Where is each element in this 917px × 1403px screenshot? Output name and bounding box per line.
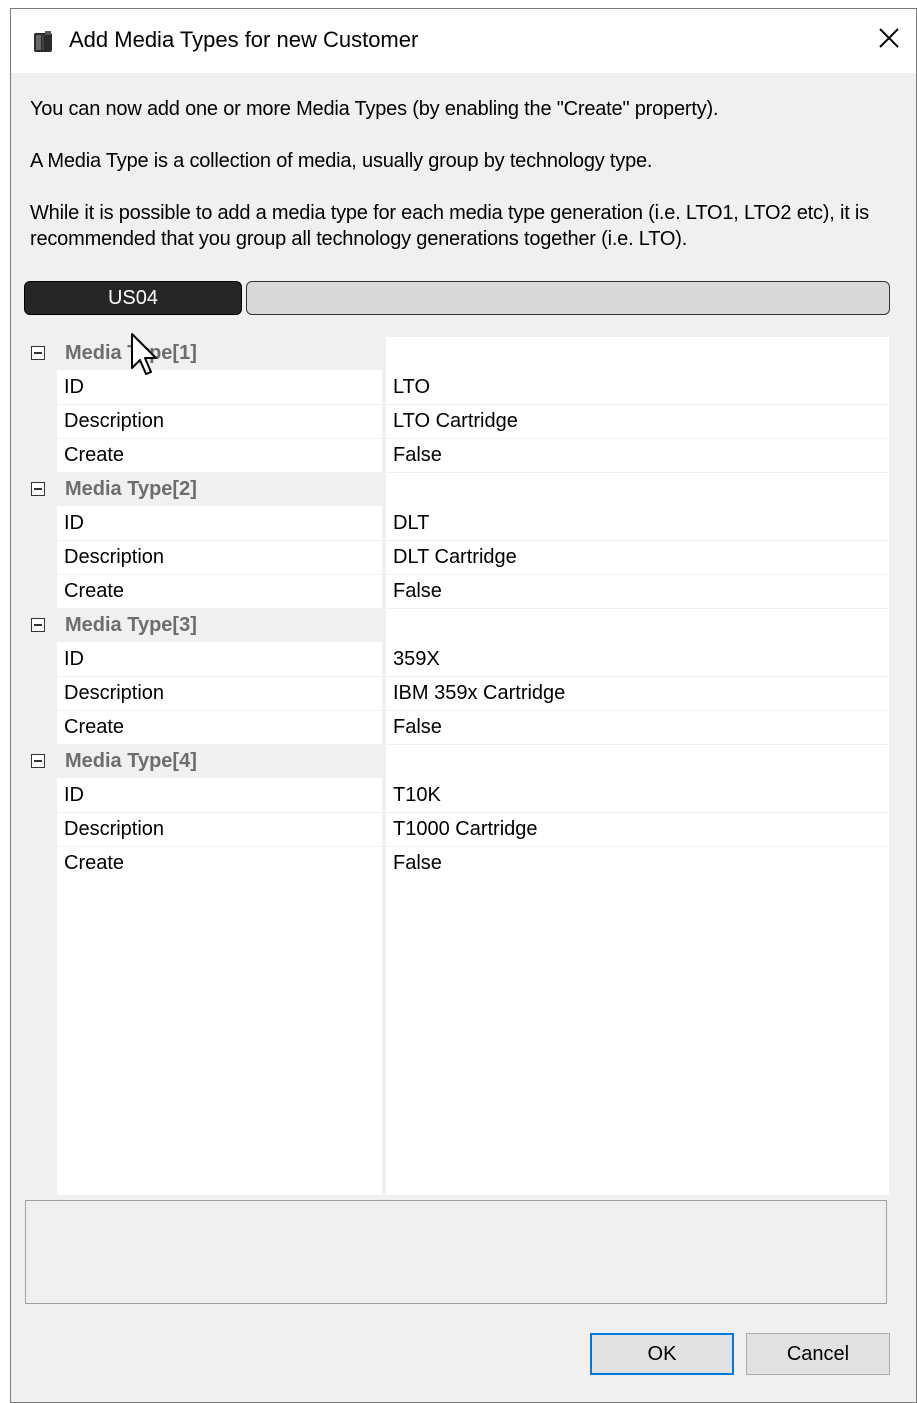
- category-row[interactable]: Media Type[1]: [23, 337, 889, 371]
- title-bar[interactable]: Add Media Types for new Customer: [11, 9, 916, 73]
- property-value[interactable]: T10K: [386, 779, 889, 812]
- property-row[interactable]: Description IBM 359x Cartridge: [23, 677, 889, 711]
- property-value[interactable]: LTO Cartridge: [386, 405, 889, 438]
- property-row[interactable]: Create False: [23, 439, 889, 473]
- customer-tabs: US04: [24, 281, 890, 317]
- ok-button[interactable]: OK: [590, 1333, 734, 1375]
- property-value[interactable]: T1000 Cartridge: [386, 813, 889, 846]
- property-row[interactable]: ID DLT: [23, 507, 889, 541]
- close-icon: [878, 27, 900, 54]
- collapse-icon[interactable]: [31, 618, 45, 632]
- category-value: [386, 337, 889, 370]
- instructions: You can now add one or more Media Types …: [30, 96, 890, 252]
- collapse-icon[interactable]: [31, 754, 45, 768]
- category-value: [386, 473, 889, 506]
- property-value[interactable]: 359X: [386, 643, 889, 676]
- property-grid[interactable]: Media Type[1] ID LTO Description LTO Car…: [23, 337, 889, 1195]
- property-value[interactable]: DLT Cartridge: [386, 541, 889, 574]
- property-row[interactable]: Create False: [23, 847, 889, 881]
- property-name: Create: [57, 711, 382, 744]
- tab-empty[interactable]: [246, 281, 890, 315]
- instruction-line-3: While it is possible to add a media type…: [30, 202, 869, 250]
- property-row[interactable]: ID 359X: [23, 643, 889, 677]
- category-label: Media Type[1]: [23, 337, 382, 370]
- collapse-icon[interactable]: [31, 346, 45, 360]
- description-panel: [25, 1200, 887, 1304]
- property-name: Create: [57, 575, 382, 608]
- property-name: Description: [57, 405, 382, 438]
- property-name: Create: [57, 439, 382, 472]
- property-value[interactable]: False: [386, 439, 889, 472]
- window-title: Add Media Types for new Customer: [69, 27, 419, 52]
- property-value[interactable]: DLT: [386, 507, 889, 540]
- property-row[interactable]: Create False: [23, 575, 889, 609]
- category-row[interactable]: Media Type[3]: [23, 609, 889, 643]
- property-name: Description: [57, 813, 382, 846]
- category-row[interactable]: Media Type[4]: [23, 745, 889, 779]
- property-name: Description: [57, 677, 382, 710]
- property-name: ID: [57, 779, 382, 812]
- property-row[interactable]: Description DLT Cartridge: [23, 541, 889, 575]
- category-value: [386, 745, 889, 778]
- category-row[interactable]: Media Type[2]: [23, 473, 889, 507]
- property-row[interactable]: Create False: [23, 711, 889, 745]
- property-name: Description: [57, 541, 382, 574]
- property-row[interactable]: Description LTO Cartridge: [23, 405, 889, 439]
- tape-icon: [33, 31, 53, 53]
- property-row[interactable]: ID T10K: [23, 779, 889, 813]
- property-name: ID: [57, 371, 382, 404]
- cancel-button[interactable]: Cancel: [746, 1333, 890, 1375]
- category-label: Media Type[2]: [23, 473, 382, 506]
- property-name: Create: [57, 847, 382, 880]
- category-label: Media Type[3]: [23, 609, 382, 642]
- close-button[interactable]: [866, 19, 912, 61]
- property-value[interactable]: LTO: [386, 371, 889, 404]
- property-name: ID: [57, 643, 382, 676]
- instruction-line-2: A Media Type is a collection of media, u…: [30, 150, 653, 172]
- instruction-line-1: You can now add one or more Media Types …: [30, 98, 719, 120]
- property-row[interactable]: Description T1000 Cartridge: [23, 813, 889, 847]
- property-value[interactable]: False: [386, 711, 889, 744]
- tab-us04[interactable]: US04: [24, 281, 242, 315]
- property-value[interactable]: False: [386, 575, 889, 608]
- property-value[interactable]: False: [386, 847, 889, 880]
- category-value: [386, 609, 889, 642]
- property-value[interactable]: IBM 359x Cartridge: [386, 677, 889, 710]
- category-label: Media Type[4]: [23, 745, 382, 778]
- property-name: ID: [57, 507, 382, 540]
- property-row[interactable]: ID LTO: [23, 371, 889, 405]
- collapse-icon[interactable]: [31, 482, 45, 496]
